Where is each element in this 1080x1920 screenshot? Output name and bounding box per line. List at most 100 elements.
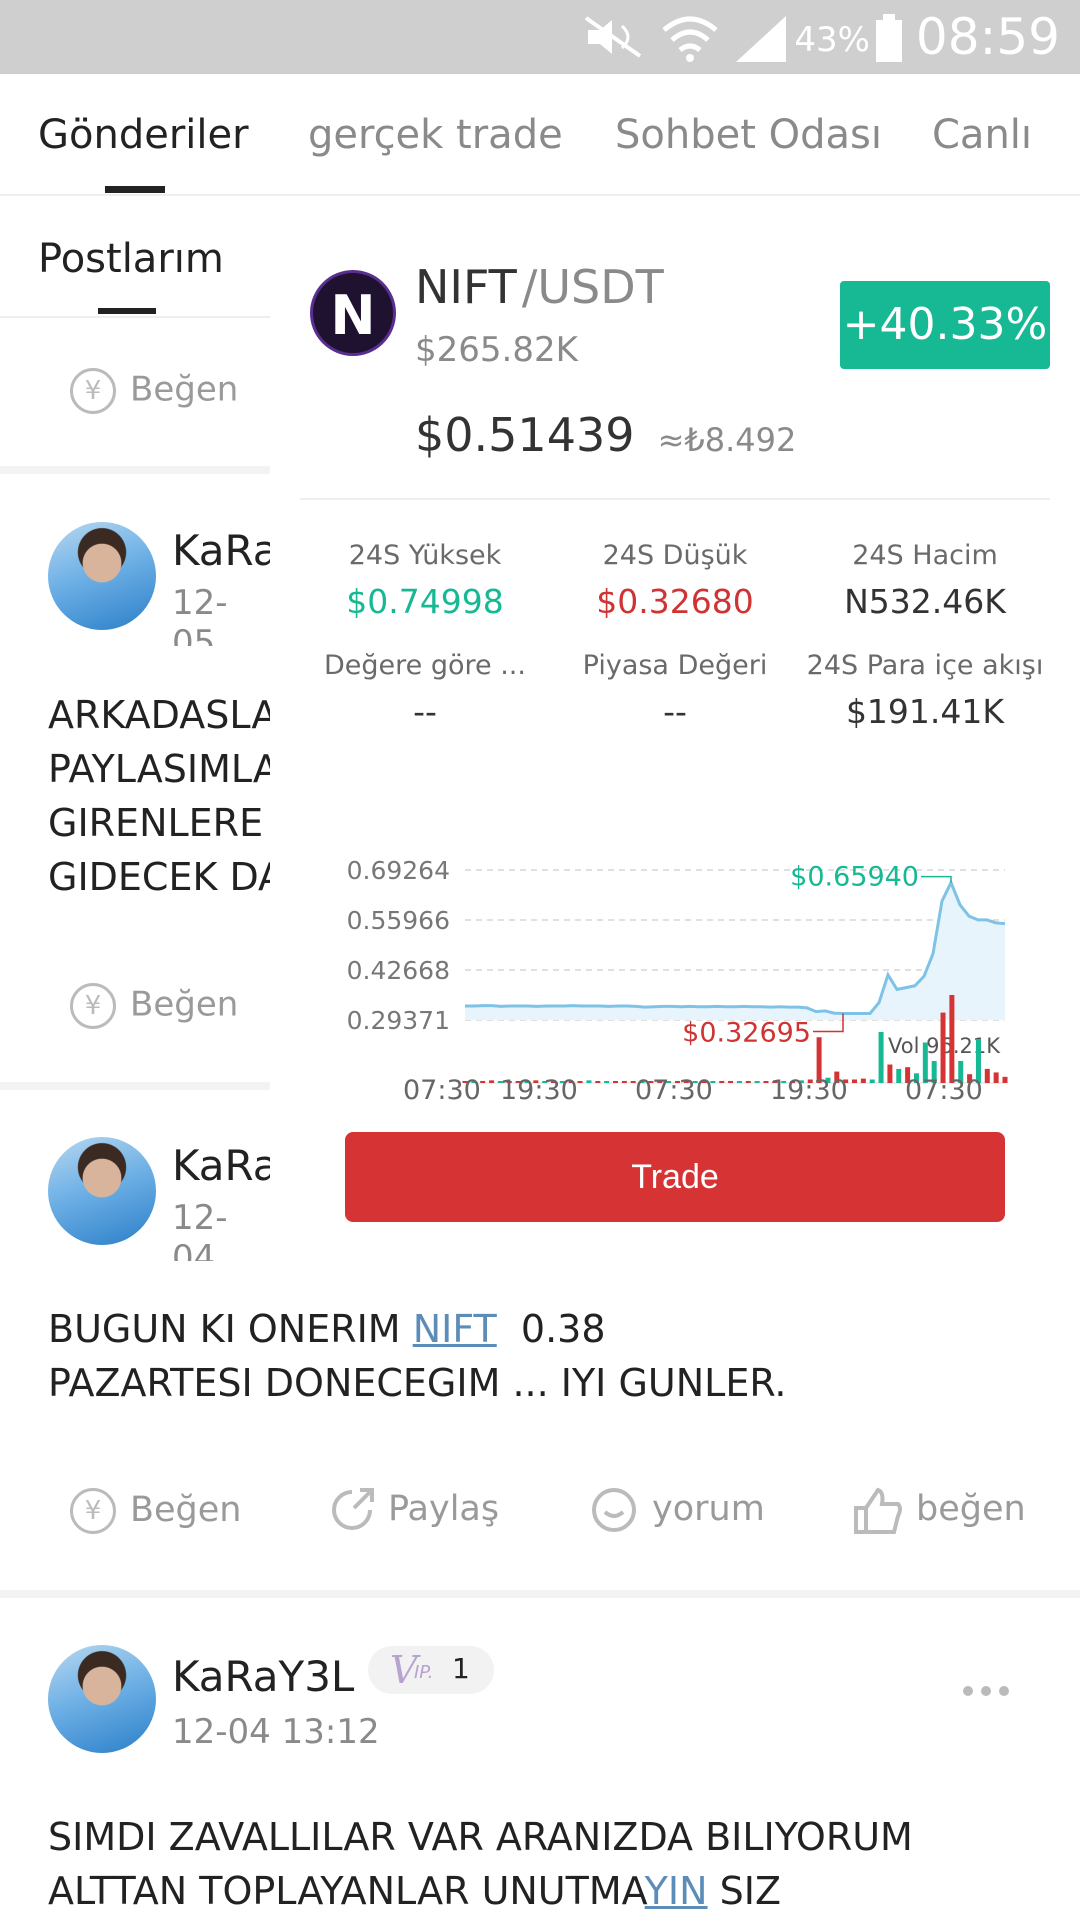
stat-label-volume: 24S Hacim bbox=[852, 540, 998, 571]
pair-quote: /USDT bbox=[521, 260, 664, 314]
like-label: Beğen bbox=[130, 984, 239, 1025]
avatar[interactable] bbox=[48, 522, 156, 630]
vip-badge: V IP. 1 bbox=[368, 1646, 494, 1694]
text-span: ALTTAN TOPLAYANLAR UNUTMA bbox=[48, 1869, 645, 1913]
post-line: PAZARTESI DONECEGIM ... IYI GUNLER. bbox=[48, 1361, 787, 1405]
volume-bar bbox=[860, 1078, 866, 1083]
yen-icon: ¥ bbox=[70, 983, 116, 1029]
stat-value-inflow: $191.41K bbox=[845, 692, 1005, 731]
post-text: BUGUN KI ONERIM NIFT 0.38 PAZARTESI DONE… bbox=[48, 1302, 1048, 1410]
post-line: ALTTAN TOPLAYANLAR UNUTMAYIN SIZ bbox=[48, 1864, 1048, 1918]
tab-postlarim[interactable]: Postlarım bbox=[38, 236, 224, 282]
volume-bar bbox=[736, 1081, 742, 1083]
volume-bar bbox=[586, 1080, 592, 1083]
post-separator bbox=[0, 1082, 270, 1090]
y-tick-label: 0.69264 bbox=[347, 856, 450, 885]
price-row: $0.51439 ≈₺8.492 bbox=[415, 408, 796, 462]
volume-bar bbox=[869, 1079, 875, 1083]
wifi-icon bbox=[662, 16, 718, 62]
tab-canli[interactable]: Canlı bbox=[932, 112, 1032, 158]
vip-label: IP. bbox=[414, 1662, 434, 1683]
begen-button[interactable]: ¥ Beğen bbox=[70, 1488, 241, 1534]
tab-sohbet-odasi[interactable]: Sohbet Odası bbox=[615, 112, 882, 158]
active-tab-indicator bbox=[105, 186, 165, 193]
divider bbox=[0, 194, 1080, 196]
post-line: ARKADASLA bbox=[48, 693, 270, 737]
volume-bar bbox=[984, 1068, 990, 1083]
text-span: SIZ bbox=[707, 1869, 781, 1913]
clock: 08:59 bbox=[915, 8, 1060, 66]
comment-button[interactable]: yorum bbox=[590, 1486, 765, 1534]
coin-link[interactable]: NIFT bbox=[413, 1307, 497, 1351]
price-chart: 0.69264 0.55966 0.42668 0.29371 $0.65940 $0.3… bbox=[347, 856, 1008, 1084]
begen-label: Beğen bbox=[130, 1490, 242, 1530]
post-line: GIRENLERE bbox=[48, 801, 264, 845]
stat-value-volume: N532.46K bbox=[844, 582, 1006, 621]
post-date: 12-04 bbox=[172, 1198, 228, 1261]
volume-bar bbox=[719, 1081, 725, 1083]
yen-icon: ¥ bbox=[70, 368, 116, 414]
x-tick-label: 19:30 bbox=[500, 1075, 578, 1106]
post-line: BUGUN KI ONERIM NIFT 0.38 bbox=[48, 1302, 1048, 1356]
y-tick-label: 0.55966 bbox=[347, 906, 450, 935]
y-tick-label: 0.29371 bbox=[347, 1006, 450, 1035]
volume-bar bbox=[728, 1081, 734, 1083]
avatar[interactable] bbox=[48, 1137, 156, 1245]
tab-gonderiler[interactable]: Gönderiler bbox=[38, 112, 249, 158]
sub-tab-indicator bbox=[98, 308, 156, 314]
comment-label: yorum bbox=[652, 1489, 765, 1529]
stat-value-value: -- bbox=[413, 692, 437, 731]
post-line: SIMDI ZAVALLILAR VAR ARANIZDA BILIYORUM bbox=[48, 1815, 913, 1859]
post-separator bbox=[0, 466, 270, 474]
x-tick-label: 07:30 bbox=[403, 1075, 481, 1106]
volume-bar bbox=[621, 1081, 627, 1083]
post-line: PAYLASIMLA bbox=[48, 747, 270, 791]
post-date: 12-05 bbox=[172, 583, 228, 646]
like-button[interactable]: ¥ Beğen bbox=[70, 983, 238, 1029]
avatar[interactable] bbox=[48, 1645, 156, 1753]
stat-label-market-cap: Piyasa Değeri bbox=[582, 650, 768, 681]
more-options-button[interactable] bbox=[962, 1682, 1010, 1701]
change-badge: +40.33% bbox=[840, 281, 1050, 369]
last-price: $0.51439 bbox=[415, 408, 635, 462]
y-tick-label: 0.42668 bbox=[347, 956, 450, 985]
thumbs-up-button[interactable]: beğen bbox=[852, 1486, 1026, 1534]
signal-icon bbox=[736, 16, 786, 62]
high-marker bbox=[921, 875, 952, 883]
stat-label-low: 24S Düşük bbox=[602, 540, 748, 571]
volume-bar bbox=[763, 1081, 769, 1083]
high-label: $0.65940 bbox=[790, 862, 919, 893]
volume-bar bbox=[852, 1079, 858, 1083]
volume-bar bbox=[595, 1081, 601, 1083]
volume-bar bbox=[896, 1068, 902, 1083]
volume-bar bbox=[604, 1081, 610, 1083]
x-tick-label: 07:30 bbox=[635, 1075, 713, 1106]
trade-button[interactable]: Trade bbox=[345, 1132, 1005, 1222]
volume-bar bbox=[577, 1081, 583, 1083]
yen-icon: ¥ bbox=[70, 1488, 116, 1534]
volume-bar bbox=[1002, 1076, 1008, 1083]
stat-label-value: Değere göre ... bbox=[324, 650, 526, 681]
username[interactable]: KaRaY3L bbox=[172, 1652, 354, 1701]
volume-bar bbox=[878, 1031, 884, 1083]
x-tick-label: 07:30 bbox=[905, 1075, 983, 1106]
thumbs-up-label: beğen bbox=[916, 1489, 1026, 1529]
post-separator bbox=[0, 1590, 1080, 1598]
like-button[interactable]: ¥ Beğen bbox=[70, 368, 238, 414]
stat-label-inflow: 24S Para içe akışı bbox=[806, 650, 1044, 681]
text-link[interactable]: YIN bbox=[645, 1869, 708, 1913]
more-icon bbox=[963, 1686, 1009, 1696]
tab-gercek-trade[interactable]: gerçek trade bbox=[308, 112, 563, 158]
text-span: 0.38 bbox=[496, 1307, 606, 1351]
comment-icon bbox=[592, 1488, 636, 1532]
share-icon bbox=[332, 1488, 374, 1530]
username[interactable]: KaRa bbox=[172, 526, 270, 575]
stat-label-high: 24S Yüksek bbox=[348, 540, 502, 571]
volume-bar bbox=[949, 995, 955, 1083]
approx-price: ≈₺8.492 bbox=[657, 421, 797, 459]
pair-base: NIFT bbox=[415, 260, 517, 314]
coin-card: N NIFT /USDT $265.82K +40.33% $0.51439 ≈… bbox=[300, 230, 1050, 1222]
share-button[interactable]: Paylaş bbox=[328, 1486, 499, 1534]
username[interactable]: KaRa bbox=[172, 1141, 270, 1190]
volume-bar bbox=[940, 1012, 946, 1083]
